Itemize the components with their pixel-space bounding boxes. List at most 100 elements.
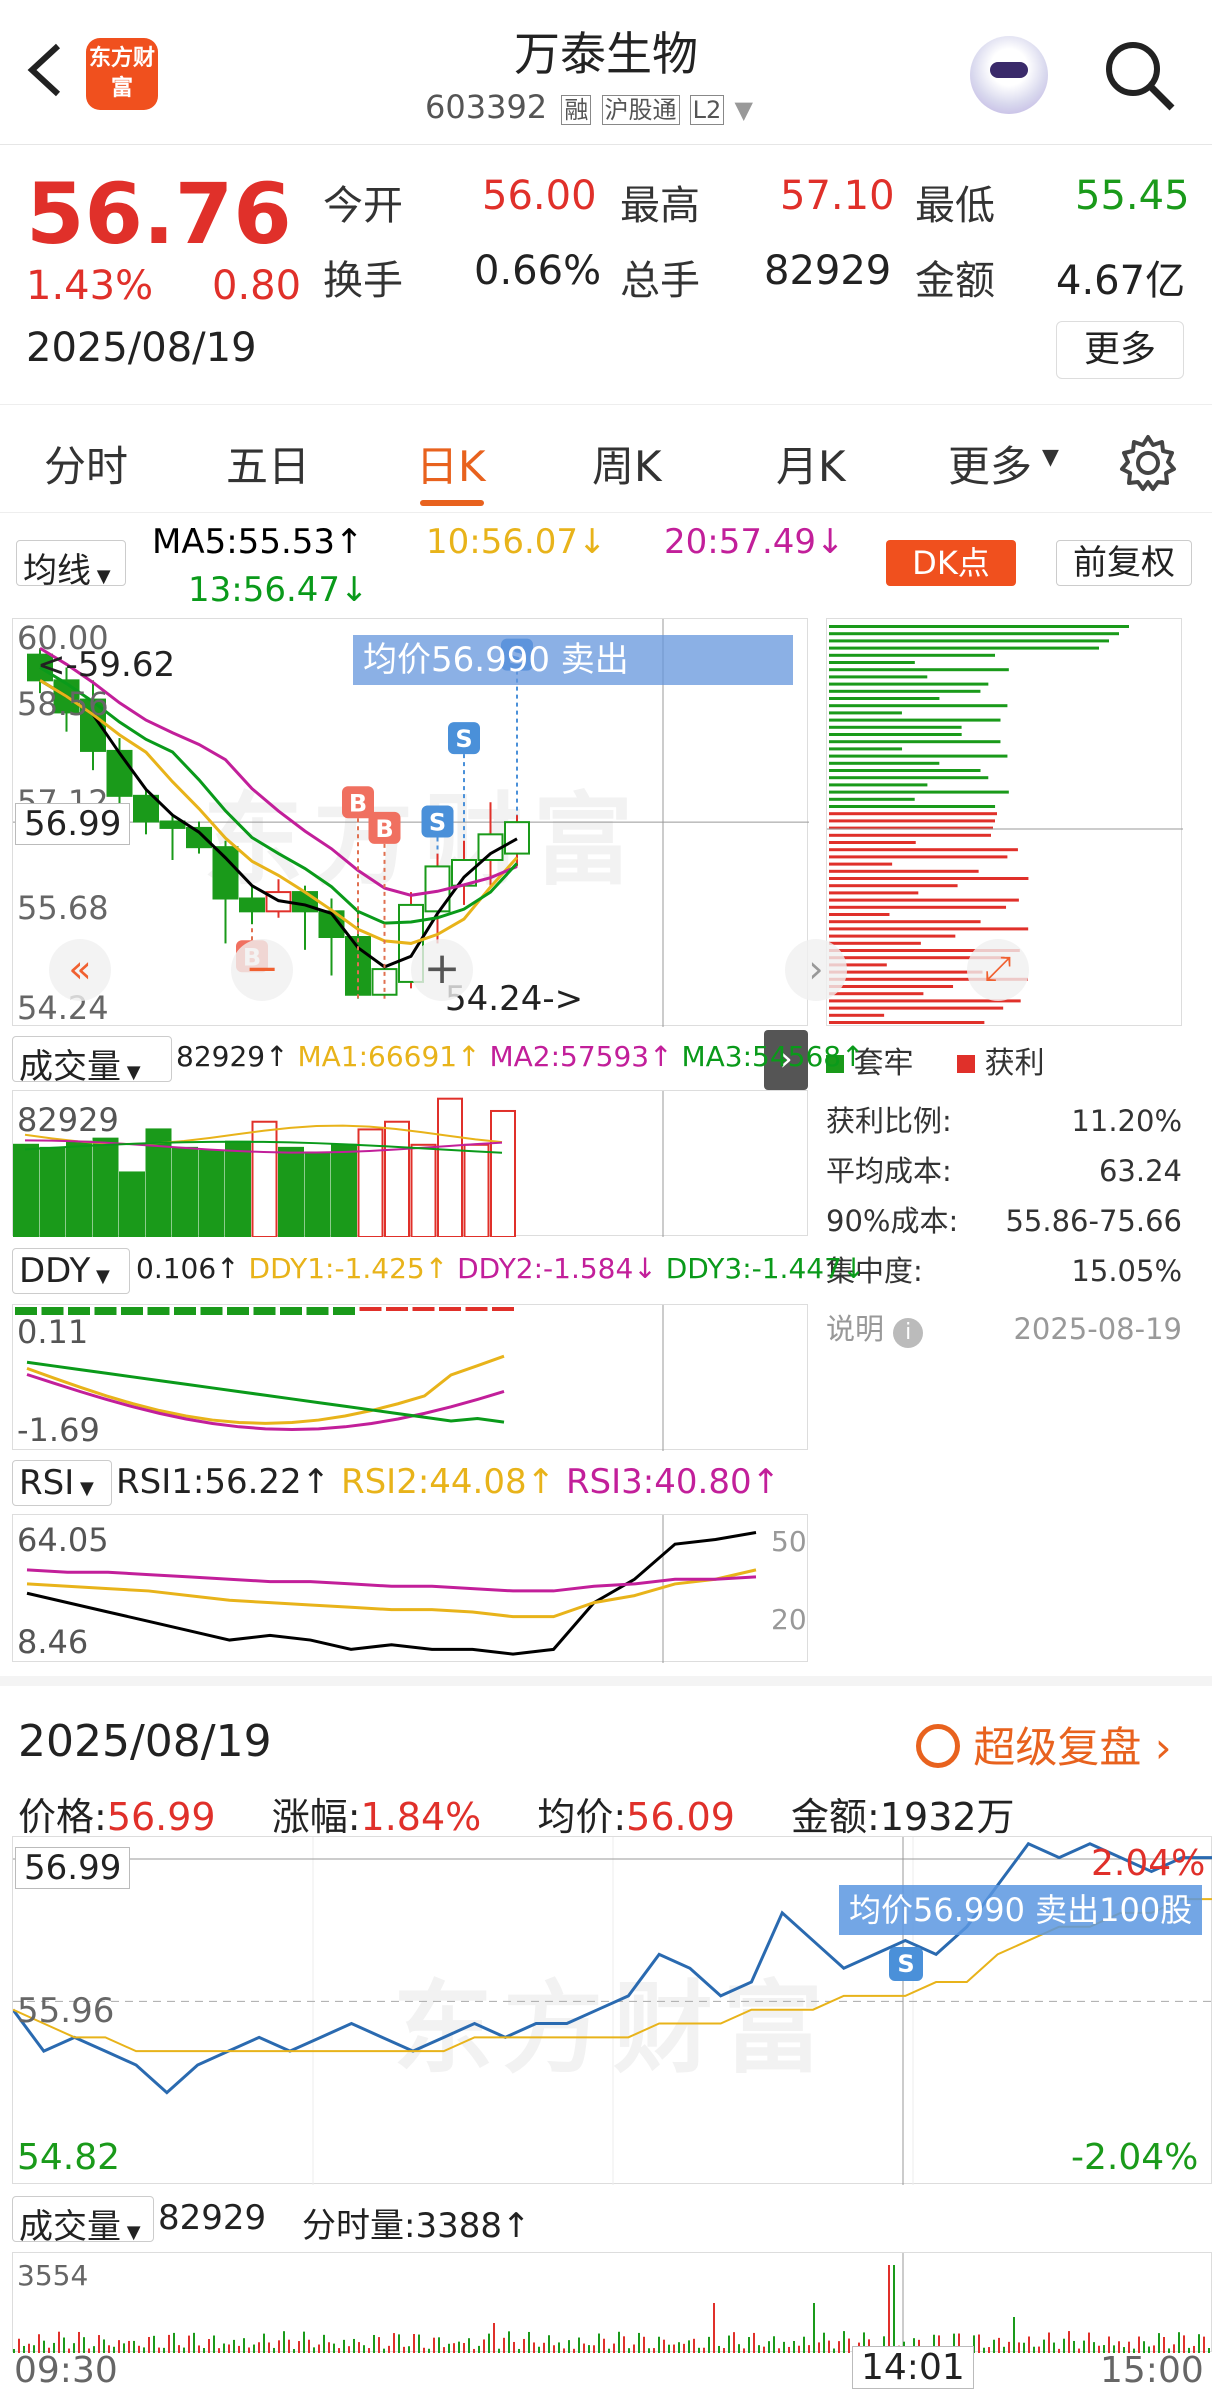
zoom-out-button[interactable]: −: [231, 939, 293, 1001]
scroll-left-button[interactable]: «: [49, 939, 111, 1001]
intraday-change-label: 涨幅:: [271, 1795, 361, 1839]
ddy-chart: 0.11 -1.69: [12, 1304, 808, 1451]
chevron-down-icon[interactable]: ▼: [1042, 445, 1059, 470]
super-replay-button[interactable]: 超级复盘 ›: [916, 1714, 1172, 1775]
intraday-vol-y-label: 3554: [17, 2259, 89, 2292]
ddy-bar: [465, 1307, 488, 1311]
intraday-volume-bar: [403, 2346, 405, 2353]
chip-bar: [829, 819, 995, 823]
intraday-volume-bar: [638, 2332, 640, 2353]
intraday-volume-bar: [743, 2348, 745, 2353]
robot-avatar-icon[interactable]: [970, 36, 1048, 114]
intraday-chart[interactable]: 东方财富 56.99 55.96 54.82 2.04% -2.04% 均价56…: [12, 1836, 1212, 2185]
intraday-volume-bar: [248, 2347, 250, 2353]
time-crosshair: 14:01: [852, 2346, 974, 2389]
intraday-volume-bar: [828, 2340, 830, 2353]
intraday-volume-bar: [1013, 2317, 1015, 2353]
zoom-in-button[interactable]: +: [411, 939, 473, 1001]
scroll-right-button[interactable]: ›: [785, 939, 847, 1001]
intraday-volume-bar: [438, 2337, 440, 2353]
intraday-volume-bar: [1088, 2332, 1090, 2353]
note-label[interactable]: 说明: [826, 1312, 884, 1346]
ma-dropdown[interactable]: 均线 ▼: [16, 540, 126, 591]
intraday-pct-bottom: -2.04%: [1071, 2137, 1199, 2178]
intraday-volume-bar: [168, 2334, 170, 2353]
intraday-volume-bar: [378, 2337, 380, 2353]
kline-chart[interactable]: 东方财富 BBBSSS 60.00 58.56 57.12 55.68 54.2…: [12, 618, 809, 1027]
intraday-volume-bar: [533, 2342, 535, 2353]
intraday-avg: 56.09: [626, 1795, 735, 1839]
more-button[interactable]: 更多: [1056, 321, 1184, 379]
ddy-bar: [359, 1307, 382, 1311]
chevron-down-icon[interactable]: ▼: [734, 96, 752, 124]
intraday-price: 56.99: [106, 1795, 216, 1839]
tag-l2: L2: [689, 95, 725, 125]
volume-bar: [172, 1146, 198, 1238]
chip-bar: [829, 668, 1009, 672]
intraday-volume-bar: [468, 2338, 470, 2353]
intraday-volume-bar: [1058, 2348, 1060, 2353]
ddy-bar: [94, 1307, 117, 1315]
intraday-volume-bar: [343, 2339, 345, 2353]
volume-dropdown[interactable]: 成交量 ▼: [12, 1036, 172, 1087]
intraday-volume-bar: [1003, 2346, 1005, 2353]
tab-more[interactable]: 更多: [948, 433, 1032, 494]
chip-bar: [829, 985, 954, 988]
volume-bar: [66, 1140, 92, 1238]
chip-bar: [829, 747, 903, 751]
gear-icon[interactable]: [1118, 433, 1178, 493]
vol-svg: [13, 1091, 664, 1239]
rsi3-value: RSI3:40.80↑: [565, 1462, 781, 1502]
chip-bar: [829, 797, 915, 801]
chip-bar: [829, 682, 989, 686]
volume-bar: [225, 1140, 251, 1238]
turnover-label: 换手: [323, 258, 403, 304]
intraday-sell-mark[interactable]: S: [889, 1947, 923, 1981]
tab-five-day[interactable]: 五日: [226, 433, 310, 494]
intraday-volume-dropdown[interactable]: 成交量 ▼: [12, 2196, 154, 2247]
intraday-stats: 价格:56.99 涨幅:1.84% 均价:56.09 金额:1932万: [18, 1786, 1015, 1841]
tab-intraday[interactable]: 分时: [44, 433, 128, 494]
intraday-volume-bar: [613, 2343, 615, 2353]
ma5-label: MA5:55.53↑: [152, 522, 364, 562]
intraday-volume-bar: [423, 2347, 425, 2353]
intraday-volume-bar: [778, 2348, 780, 2353]
y-label-1: 58.56: [17, 685, 109, 723]
fq-button[interactable]: 前复权: [1056, 540, 1192, 586]
intraday-volume-bar: [983, 2347, 985, 2353]
intraday-volume-bar: [133, 2340, 135, 2353]
tab-monthly-k[interactable]: 月K: [776, 433, 846, 494]
ddy2-value: DDY2:-1.584↓: [457, 1252, 657, 1285]
dk-button[interactable]: DK点: [886, 540, 1016, 586]
tab-weekly-k[interactable]: 周K: [592, 433, 662, 494]
ddy-dropdown[interactable]: DDY ▼: [12, 1248, 130, 1294]
profit-swatch: [957, 1055, 976, 1073]
info-icon[interactable]: i: [893, 1318, 924, 1348]
ddy-bar: [439, 1307, 461, 1311]
intraday-volume-bar: [1043, 2339, 1045, 2353]
volume-bar: [251, 1120, 278, 1239]
intraday-volume-bar: [523, 2338, 525, 2353]
intraday-volume-bar: [803, 2336, 805, 2353]
candle-body: [504, 821, 530, 855]
buy-mark-label: B: [375, 815, 393, 843]
tab-daily-k[interactable]: 日K: [416, 433, 486, 494]
chip-bar: [829, 639, 1109, 643]
rsi-dropdown[interactable]: RSI ▼: [12, 1460, 112, 1506]
intraday-volume-bar: [503, 2337, 505, 2353]
chip-bar: [829, 733, 962, 736]
volume-chart: 82929: [12, 1090, 808, 1239]
chip-bar: [829, 869, 979, 873]
rsi-indicators: RSI1:56.22↑ RSI2:44.08↑ RSI3:40.80↑: [116, 1462, 780, 1502]
quote-date: 2025/08/19: [26, 325, 257, 371]
intraday-volume-bar: [283, 2331, 285, 2353]
intraday-volume-bar: [763, 2346, 765, 2353]
intraday-volume-value: 82929: [158, 2198, 267, 2238]
intraday-volume-bar: [213, 2335, 215, 2353]
intraday-volume-bar: [993, 2339, 995, 2353]
intraday-volume-bar: [978, 2334, 980, 2353]
search-icon[interactable]: [1100, 36, 1178, 114]
expand-icon[interactable]: ⤢: [967, 939, 1029, 1001]
ddy-bar: [386, 1307, 408, 1311]
volume-value: 82929↑: [176, 1040, 289, 1073]
